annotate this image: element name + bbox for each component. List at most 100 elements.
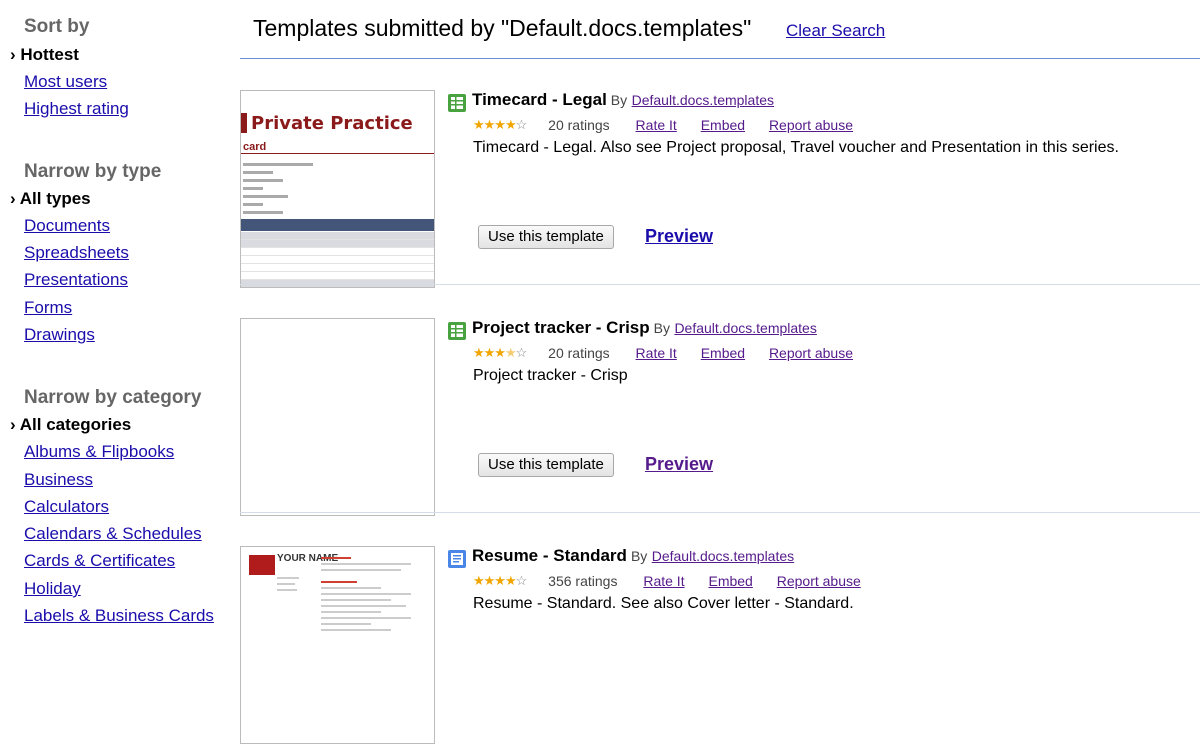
category-link-calendars[interactable]: Calendars & Schedules — [24, 524, 202, 544]
thumb-line — [321, 581, 357, 583]
type-link-forms[interactable]: Forms — [24, 298, 72, 318]
template-title-line: Resume - Standard By Default.docs.templat… — [472, 546, 794, 566]
thumb-line — [321, 557, 351, 559]
thumb-table-header — [241, 219, 434, 231]
template-title-line: Timecard - Legal By Default.docs.template… — [472, 90, 774, 110]
sort-link-highest-rating[interactable]: Highest rating — [24, 99, 129, 119]
by-label: By — [653, 320, 670, 336]
thumb-row — [241, 264, 434, 272]
thumb-line — [321, 623, 371, 625]
rate-it-link[interactable]: Rate It — [643, 573, 684, 589]
template-result: Private Practice card Timecard - Legal By… — [240, 57, 1200, 288]
thumb-mark — [241, 113, 247, 133]
document-icon — [448, 550, 466, 568]
template-meta: ★★★★☆ 20 ratings Rate It Embed Report ab… — [473, 345, 873, 361]
clear-search-link[interactable]: Clear Search — [786, 21, 885, 41]
template-name: Timecard - Legal — [472, 90, 607, 109]
template-result: Project tracker - Crisp By Default.docs.t… — [240, 285, 1200, 516]
report-abuse-link[interactable]: Report abuse — [769, 345, 853, 361]
type-link-spreadsheets[interactable]: Spreadsheets — [24, 243, 129, 263]
category-link-albums[interactable]: Albums & Flipbooks — [24, 442, 174, 462]
thumb-line — [243, 179, 283, 182]
thumb-line — [277, 577, 299, 579]
template-name: Project tracker - Crisp — [472, 318, 650, 337]
category-link-labels[interactable]: Labels & Business Cards — [24, 606, 214, 626]
template-description: Timecard - Legal. Also see Project propo… — [473, 139, 1119, 156]
type-link-drawings[interactable]: Drawings — [24, 325, 95, 345]
category-link-calculators[interactable]: Calculators — [24, 497, 109, 517]
use-template-button[interactable]: Use this template — [478, 225, 614, 249]
thumb-row — [241, 240, 434, 248]
page-title: Templates submitted by "Default.docs.tem… — [253, 15, 752, 41]
sort-heading: Sort by — [24, 16, 90, 37]
sidebar: Sort by › Hottest Most users Highest rat… — [0, 0, 228, 630]
thumb-line — [243, 203, 263, 206]
thumb-block — [249, 555, 275, 575]
star-rating: ★★★★☆ — [473, 345, 527, 360]
category-link-cards[interactable]: Cards & Certificates — [24, 551, 175, 571]
thumb-line — [321, 593, 411, 595]
template-meta: ★★★★☆ 356 ratings Rate It Embed Report a… — [473, 573, 881, 589]
author-link[interactable]: Default.docs.templates — [674, 320, 816, 336]
thumb-title: Private Practice — [251, 113, 413, 134]
preview-link[interactable]: Preview — [645, 454, 713, 475]
template-meta: ★★★★☆ 20 ratings Rate It Embed Report ab… — [473, 117, 873, 133]
embed-link[interactable]: Embed — [701, 345, 745, 361]
thumb-line — [321, 605, 406, 607]
ratings-count: 20 ratings — [548, 117, 610, 133]
type-selected-all: › All types — [10, 189, 91, 208]
template-description: Resume - Standard. See also Cover letter… — [473, 595, 854, 612]
template-thumbnail[interactable] — [240, 318, 435, 516]
report-abuse-link[interactable]: Report abuse — [777, 573, 861, 589]
author-link[interactable]: Default.docs.templates — [652, 548, 794, 564]
thumb-line — [243, 195, 288, 198]
thumb-line — [277, 589, 297, 591]
thumb-row — [241, 248, 434, 256]
thumb-line — [243, 187, 263, 190]
type-link-documents[interactable]: Documents — [24, 216, 110, 236]
embed-link[interactable]: Embed — [701, 117, 745, 133]
star-rating: ★★★★☆ — [473, 117, 527, 132]
template-name: Resume - Standard — [472, 546, 627, 565]
type-heading: Narrow by type — [24, 161, 162, 182]
thumb-line — [321, 629, 391, 631]
thumb-line — [321, 617, 411, 619]
ratings-count: 20 ratings — [548, 345, 610, 361]
embed-link[interactable]: Embed — [708, 573, 752, 589]
thumb-row — [241, 272, 434, 280]
rate-it-link[interactable]: Rate It — [636, 117, 677, 133]
spreadsheet-icon — [448, 322, 466, 340]
thumb-subtitle: card — [243, 141, 267, 153]
author-link[interactable]: Default.docs.templates — [632, 92, 774, 108]
thumb-row — [241, 232, 434, 240]
sort-link-most-users[interactable]: Most users — [24, 72, 107, 92]
template-title-line: Project tracker - Crisp By Default.docs.t… — [472, 318, 817, 338]
report-abuse-link[interactable]: Report abuse — [769, 117, 853, 133]
thumb-line — [321, 599, 391, 601]
thumb-line — [243, 163, 313, 166]
spreadsheet-icon — [448, 94, 466, 112]
rate-it-link[interactable]: Rate It — [636, 345, 677, 361]
results-panel: Templates submitted by "Default.docs.tem… — [240, 0, 1200, 744]
ratings-count: 356 ratings — [548, 573, 618, 589]
template-description: Project tracker - Crisp — [473, 367, 628, 384]
thumb-line — [321, 587, 381, 589]
category-link-holiday[interactable]: Holiday — [24, 579, 81, 599]
thumb-line — [243, 171, 273, 174]
by-label: By — [610, 92, 628, 108]
category-selected-all: › All categories — [10, 415, 132, 434]
thumb-line — [277, 583, 295, 585]
thumb-line — [321, 563, 411, 565]
type-link-presentations[interactable]: Presentations — [24, 270, 128, 290]
template-thumbnail[interactable]: Private Practice card — [240, 90, 435, 288]
category-link-business[interactable]: Business — [24, 470, 93, 490]
thumb-line — [321, 569, 401, 571]
use-template-button[interactable]: Use this template — [478, 453, 614, 477]
preview-link[interactable]: Preview — [645, 226, 713, 247]
sort-selected-hottest: › Hottest — [10, 45, 79, 64]
thumb-rule — [241, 153, 434, 154]
thumb-row — [241, 256, 434, 264]
by-label: By — [630, 548, 648, 564]
template-thumbnail[interactable]: YOUR NAME — [240, 546, 435, 744]
thumb-line — [321, 611, 381, 613]
